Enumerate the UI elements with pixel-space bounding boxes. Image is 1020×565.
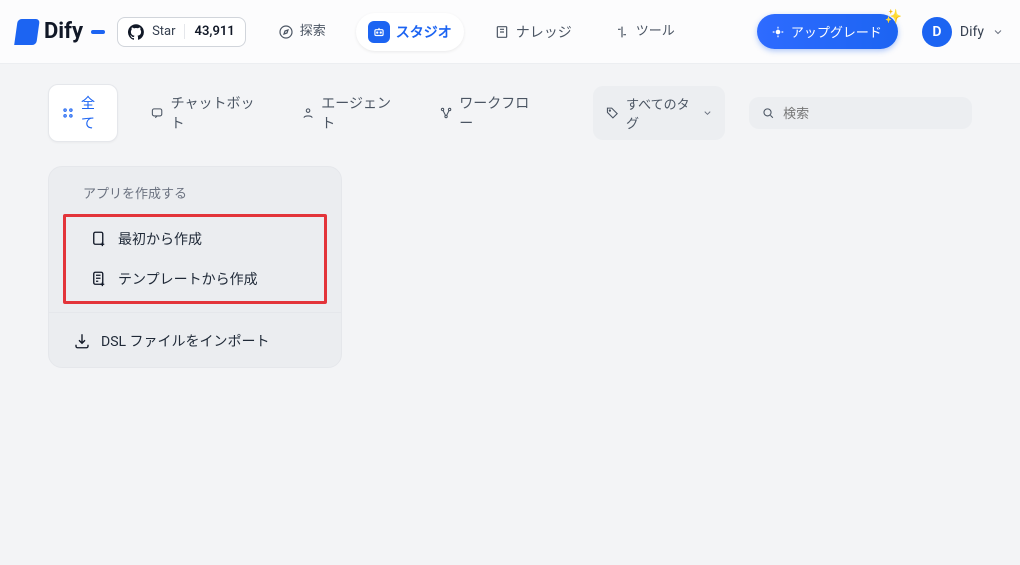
chat-icon	[150, 105, 164, 121]
highlight-annotation: 最初から作成 テンプレートから作成	[63, 214, 327, 304]
nav-knowledge[interactable]: ナレッジ	[482, 14, 584, 50]
tab-chatbot[interactable]: チャットボット	[138, 85, 269, 141]
import-dsl[interactable]: DSL ファイルをインポート	[49, 319, 341, 367]
nav-knowledge-label: ナレッジ	[516, 22, 572, 42]
sparkle-icon	[771, 25, 785, 39]
create-from-blank[interactable]: 最初から作成	[66, 219, 324, 259]
content-area: アプリを作成する 最初から作成 テンプレートから作成 DSL ファイルをインポー…	[0, 142, 1020, 392]
logo-mark-icon	[14, 19, 40, 45]
logo-cursor-icon	[91, 30, 105, 34]
create-from-template[interactable]: テンプレートから作成	[66, 259, 324, 299]
create-from-blank-label: 最初から作成	[118, 229, 202, 249]
tool-icon	[614, 24, 630, 40]
search-box[interactable]	[749, 97, 972, 129]
grid-icon	[61, 105, 75, 121]
tab-agent[interactable]: エージェント	[289, 85, 407, 141]
create-from-template-label: テンプレートから作成	[118, 269, 258, 289]
create-app-card: アプリを作成する 最初から作成 テンプレートから作成 DSL ファイルをインポー…	[48, 166, 342, 368]
top-header: Dify Star 43,911 探索 スタジオ ナレッジ ツール アップグレー…	[0, 0, 1020, 64]
search-input[interactable]	[783, 106, 960, 121]
filter-bar: 全て チャットボット エージェント ワークフロー すべてのタグ	[0, 64, 1020, 142]
tab-all[interactable]: 全て	[48, 84, 118, 142]
chevron-down-icon	[702, 107, 713, 119]
create-app-title: アプリを作成する	[49, 167, 341, 214]
app-type-tabs: 全て チャットボット エージェント ワークフロー	[48, 84, 545, 142]
import-icon	[73, 332, 91, 350]
compass-icon	[278, 24, 294, 40]
nav-studio[interactable]: スタジオ	[356, 13, 464, 51]
tag-icon	[605, 105, 620, 121]
chevron-down-icon	[992, 26, 1004, 38]
brand-name: Dify	[44, 19, 83, 44]
github-icon	[128, 24, 144, 40]
search-icon	[761, 105, 775, 121]
upgrade-label: アップグレード	[791, 22, 882, 41]
tab-workflow-label: ワークフロー	[459, 93, 533, 133]
book-icon	[494, 24, 510, 40]
nav-explore[interactable]: 探索	[266, 16, 338, 48]
github-star-count: 43,911	[184, 24, 235, 39]
tab-agent-label: エージェント	[321, 93, 395, 133]
robot-icon	[368, 21, 390, 43]
github-star-button[interactable]: Star 43,911	[117, 17, 246, 47]
avatar: D	[922, 17, 952, 47]
agent-icon	[301, 105, 315, 121]
user-menu[interactable]: D Dify	[922, 17, 1004, 47]
workflow-icon	[439, 105, 453, 121]
template-icon	[90, 270, 108, 288]
import-dsl-label: DSL ファイルをインポート	[101, 331, 270, 351]
divider	[49, 312, 341, 313]
new-file-icon	[90, 230, 108, 248]
nav-studio-label: スタジオ	[396, 22, 452, 42]
tag-filter-label: すべてのタグ	[626, 94, 696, 132]
nav-tools-label: ツール	[636, 25, 675, 39]
brand-logo[interactable]: Dify	[16, 19, 105, 45]
tag-filter[interactable]: すべてのタグ	[593, 86, 724, 140]
tab-chatbot-label: チャットボット	[171, 93, 257, 133]
tab-all-label: 全て	[81, 93, 105, 133]
github-star-label: Star	[152, 24, 175, 39]
primary-nav: 探索 スタジオ ナレッジ ツール	[266, 13, 687, 51]
upgrade-button[interactable]: アップグレード	[757, 14, 898, 49]
nav-explore-label: 探索	[300, 25, 326, 39]
nav-tools[interactable]: ツール	[602, 16, 687, 48]
tab-workflow[interactable]: ワークフロー	[427, 85, 545, 141]
user-name: Dify	[960, 24, 984, 40]
